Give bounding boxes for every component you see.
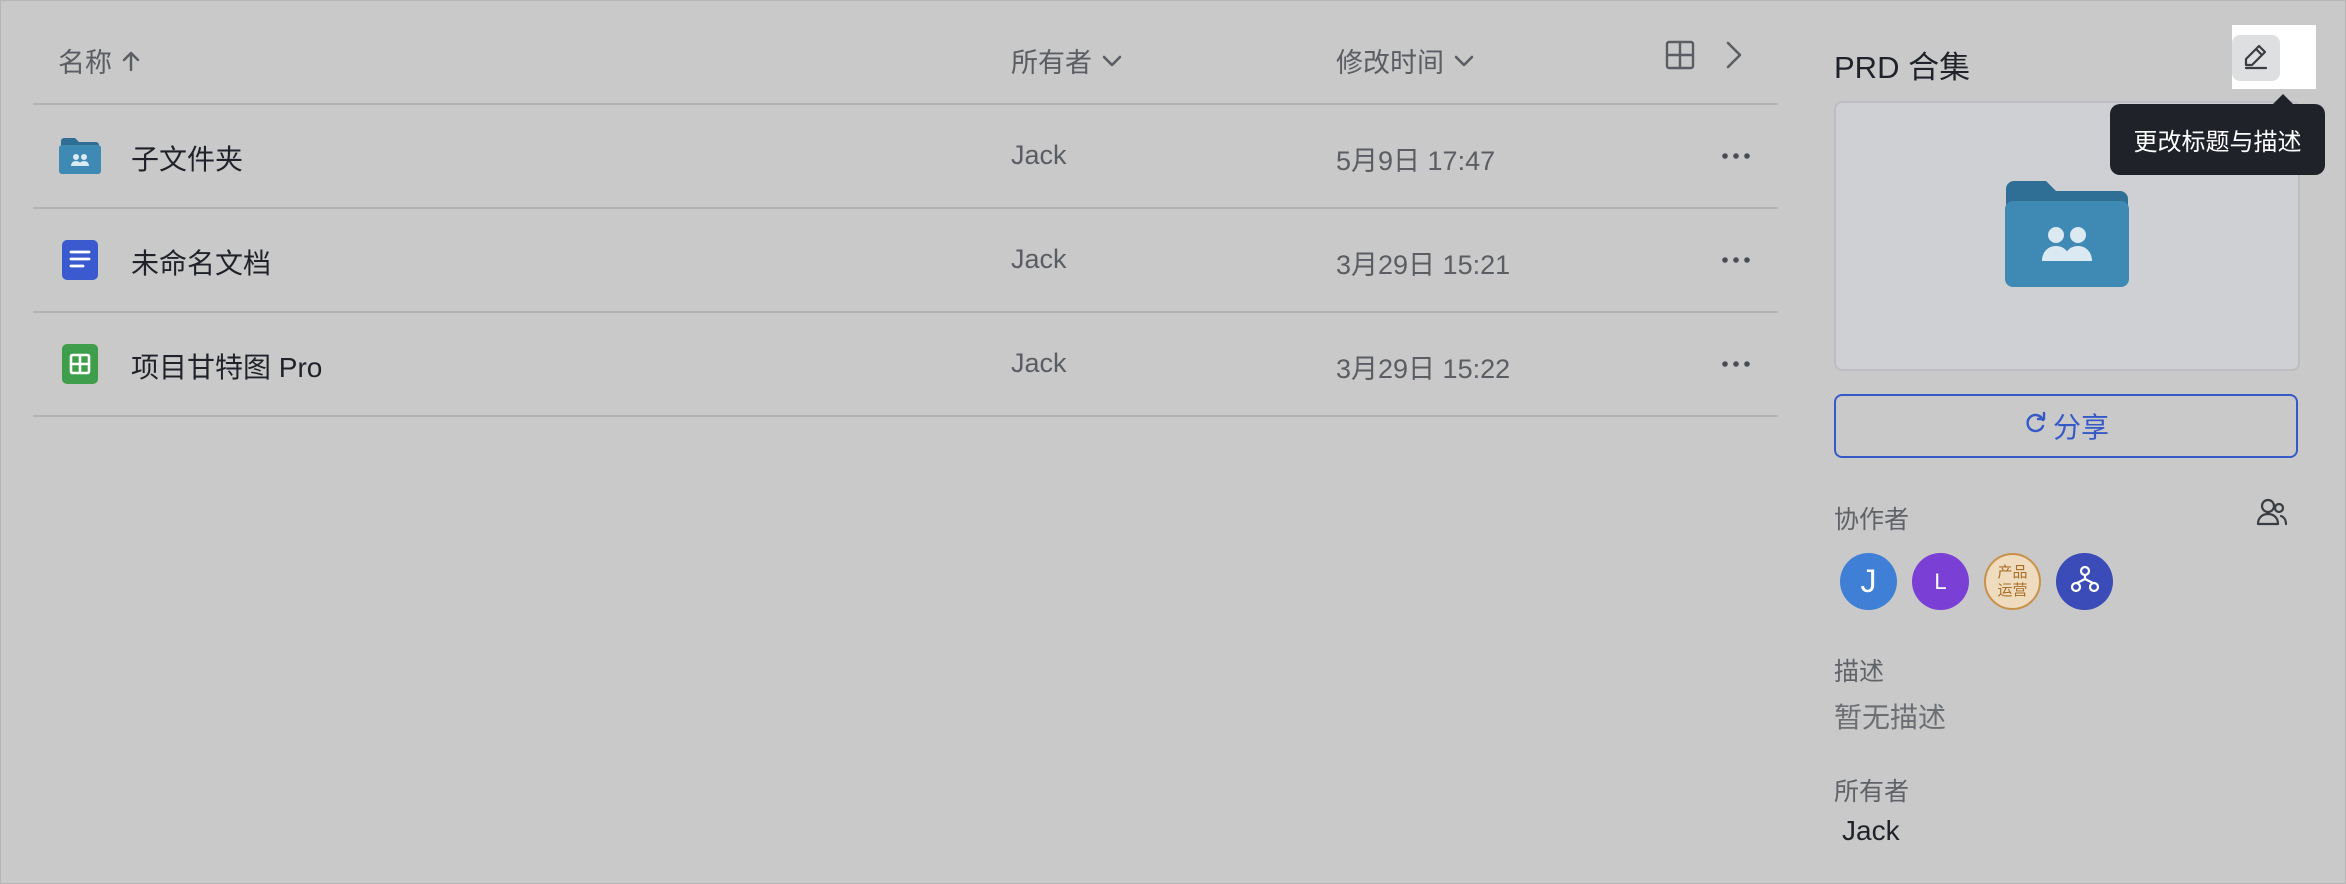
file-owner: Jack (1011, 140, 1067, 170)
org-structure-icon (2070, 565, 2100, 598)
avatar-initial: J (1860, 563, 1877, 599)
edit-title-tooltip: 更改标题与描述 (2110, 104, 2325, 175)
file-owner: Jack (1011, 348, 1067, 378)
description-label: 描述 (1834, 658, 1885, 686)
chevron-right-icon[interactable] (1725, 40, 1743, 70)
owner-label: 所有者 (1834, 778, 1910, 806)
shared-folder-icon (2004, 179, 2130, 294)
file-name: 子文件夹 (131, 144, 244, 175)
more-icon[interactable] (1719, 139, 1753, 173)
file-list: 名称 所有者 修改时间 子文件夹 Jack 5月9日 17:47 未命名文档 J… (33, 0, 1778, 417)
file-modified: 3月29日 15:21 (1336, 250, 1511, 280)
list-item[interactable]: 子文件夹 Jack 5月9日 17:47 (33, 105, 1778, 209)
avatar[interactable]: J (1840, 553, 1897, 610)
file-modified: 5月9日 17:47 (1336, 146, 1496, 176)
doc-icon (58, 239, 102, 281)
avatar-group-label: 产品 运营 (1997, 563, 2028, 599)
avatar-initial: L (1934, 568, 1947, 594)
share-icon (2023, 410, 2047, 442)
column-name-label: 名称 (58, 48, 112, 78)
list-item[interactable]: 项目甘特图 Pro Jack 3月29日 15:22 (33, 313, 1778, 417)
share-label: 分享 (2052, 412, 2109, 443)
grid-view-icon[interactable] (1665, 40, 1695, 70)
list-item[interactable]: 未命名文档 Jack 3月29日 15:21 (33, 209, 1778, 313)
chevron-down-icon (1102, 54, 1122, 68)
file-owner: Jack (1011, 244, 1067, 274)
arrow-up-icon (122, 50, 140, 72)
edit-title-button[interactable] (2232, 35, 2280, 81)
manage-collaborators-icon[interactable] (2256, 497, 2288, 532)
panel-title: PRD 合集 (1834, 50, 1971, 85)
tooltip-text: 更改标题与描述 (2133, 129, 2302, 156)
description-value[interactable]: 暂无描述 (1834, 696, 1946, 736)
shared-folder-icon (58, 135, 102, 177)
file-name: 未命名文档 (131, 248, 272, 279)
avatar[interactable]: L (1912, 553, 1969, 610)
avatar-group[interactable]: 产品 运营 (1984, 553, 2041, 610)
file-name: 项目甘特图 Pro (131, 352, 323, 383)
collaborators-label: 协作者 (1834, 506, 1910, 534)
list-header: 名称 所有者 修改时间 (33, 0, 1778, 105)
org-avatar[interactable] (2056, 553, 2113, 610)
column-modified-label: 修改时间 (1336, 48, 1444, 78)
chevron-down-icon (1454, 54, 1474, 68)
pencil-icon (2242, 42, 2270, 75)
column-modified-header[interactable]: 修改时间 (1336, 41, 1474, 80)
file-modified: 3月29日 15:22 (1336, 354, 1511, 384)
column-owner-label: 所有者 (1011, 48, 1092, 78)
column-owner-header[interactable]: 所有者 (1011, 41, 1122, 80)
more-icon[interactable] (1719, 243, 1753, 277)
column-name-header[interactable]: 名称 (58, 41, 140, 80)
sheet-icon (58, 343, 102, 385)
share-button[interactable]: 分享 (1834, 394, 2298, 458)
more-icon[interactable] (1719, 347, 1753, 381)
owner-value: Jack (1842, 815, 1900, 846)
collaborator-avatars: J L 产品 运营 (1840, 553, 2113, 610)
